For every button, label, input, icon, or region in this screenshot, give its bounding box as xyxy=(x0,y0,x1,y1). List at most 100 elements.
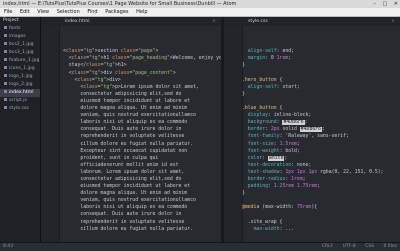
code-line[interactable]: veniam, quis nostrud exercitationullamco xyxy=(63,112,221,119)
tab-style-css[interactable]: style.css × xyxy=(224,17,400,26)
code-line[interactable]: laboris nisi ut aliquip ex ea commodo xyxy=(63,204,221,211)
tree-item-fonts[interactable]: fonts xyxy=(0,25,40,33)
js-file-icon xyxy=(4,98,7,101)
line-number-gutter xyxy=(41,26,60,242)
tree-item[interactable]: icons_1.jpg xyxy=(0,65,40,73)
close-window-button[interactable]: ✕ xyxy=(394,1,398,7)
close-tab-icon[interactable]: × xyxy=(212,17,216,26)
tree-item-index-html[interactable]: index.html xyxy=(0,89,40,97)
code-line[interactable]: <class="tg">p>Lorem ipsum dolor sit amet… xyxy=(63,84,221,91)
code-line[interactable]: .hero_button { xyxy=(242,77,384,84)
code-line[interactable]: veniam, quis nostrud exercitationullamco xyxy=(63,197,221,204)
code-line[interactable]: } xyxy=(242,190,384,197)
code-line[interactable]: color: white; xyxy=(242,155,384,162)
code-line[interactable]: text-decoration: none; xyxy=(242,162,384,169)
code-line[interactable]: Excepteur sint occaecat cupidatat non xyxy=(63,148,221,155)
tree-item-script-js[interactable]: script.js xyxy=(0,97,40,105)
line-ending[interactable]: CRLF xyxy=(322,244,333,249)
code-line[interactable]: proident, sunt in culpa qui xyxy=(63,155,221,162)
code-line[interactable]: background: #4DB6F6; xyxy=(242,119,384,126)
code-line[interactable] xyxy=(63,41,221,48)
menu-edit[interactable]: Edit xyxy=(20,9,30,15)
code-line[interactable]: @media (max-width: 75rem){ xyxy=(242,204,384,211)
tree-item[interactable]: bcs2_1.jpg xyxy=(0,41,40,49)
tree-item-images[interactable]: images xyxy=(0,33,40,41)
code-line[interactable]: laborum. Lorem ipsum dolor sit amet, xyxy=(63,169,221,176)
tree-item[interactable]: bcs3_1.jpg xyxy=(0,49,40,57)
code-line[interactable]: dolore magna aliqua. Ut enim ad minim xyxy=(63,105,221,112)
code-line[interactable]: font-size: 1.5rem; xyxy=(242,141,384,148)
code-line[interactable]: laboris nisi ut aliquip ex ea commodo xyxy=(63,119,221,126)
title-bar: index.html — E:\TutsPlus\TutsPlus Course… xyxy=(0,0,400,8)
code-line[interactable]: consectetur adipisicing elit,sed do xyxy=(63,91,221,98)
code-line[interactable]: max-width: ... xyxy=(242,226,384,233)
menu-help[interactable]: Help xyxy=(136,9,147,15)
code-line[interactable]: <class="tg">div> xyxy=(63,77,221,84)
image-file-icon xyxy=(4,74,7,77)
code-line[interactable] xyxy=(63,27,221,34)
code-line[interactable]: cillum dolore eu fugiat nulla pariatur. xyxy=(63,226,221,233)
code-line[interactable] xyxy=(242,41,384,48)
code-line[interactable]: stay</class="tg">h1> xyxy=(63,62,221,69)
code-line[interactable]: cillum dolore eu fugiat nulla pariatur. xyxy=(63,141,221,148)
code-line[interactable]: padding: 1.25rem 1.75rem; xyxy=(242,183,384,190)
code-line[interactable]: eiusmod tempor incididunt ut labore et xyxy=(63,98,221,105)
code-line[interactable]: dolore magna aliqua. Ut enim ad minim xyxy=(63,190,221,197)
code-line[interactable] xyxy=(242,70,384,77)
code-line[interactable]: consectetur adipisicing elit,sed do xyxy=(63,176,221,183)
css-code[interactable]: align-self: end; margin: 0 1rem;} .hero_… xyxy=(242,27,384,233)
file-count: 0 files xyxy=(383,244,398,249)
code-line[interactable]: font-weight: bold; xyxy=(242,148,384,155)
code-line[interactable]: } xyxy=(242,91,384,98)
line-number-gutter xyxy=(224,26,243,242)
code-line[interactable]: margin: 0 1rem; xyxy=(242,55,384,62)
menu-file[interactable]: File xyxy=(4,9,12,15)
image-file-icon xyxy=(4,58,7,61)
grammar[interactable]: CSS xyxy=(365,244,374,249)
code-line[interactable]: .blue_button { xyxy=(242,105,384,112)
menu-find[interactable]: Find xyxy=(87,9,97,15)
editor-pane-css[interactable]: style.css × align-self: end; margin: 0 1… xyxy=(224,17,400,242)
tree-item[interactable]: logo_1.jpg xyxy=(0,73,40,81)
code-line[interactable] xyxy=(242,211,384,218)
encoding[interactable]: UTF-8 xyxy=(343,244,356,249)
code-line[interactable]: } xyxy=(242,62,384,69)
code-line[interactable]: reprehenderit in voluptate velitesse xyxy=(63,219,221,226)
code-line[interactable]: <class="tg">section class="page"> xyxy=(63,48,221,55)
code-line[interactable]: text-shadow: 1px 1px 1px rgba(0, 22, 151… xyxy=(242,169,384,176)
close-tab-icon[interactable]: × xyxy=(391,17,395,26)
code-line[interactable]: align-self: start; xyxy=(242,84,384,91)
code-line[interactable]: display: inline-block; xyxy=(242,112,384,119)
menu-selection[interactable]: Selection xyxy=(57,9,80,15)
code-line[interactable]: officiadeserunt mollit anim id est xyxy=(63,162,221,169)
css-file-icon xyxy=(4,106,7,109)
code-line[interactable] xyxy=(242,27,384,34)
project-header: Project xyxy=(3,18,19,23)
code-line[interactable] xyxy=(242,98,384,105)
code-line[interactable] xyxy=(242,197,384,204)
code-line[interactable]: eiusmod tempor incididunt ut labore et xyxy=(63,183,221,190)
tree-item[interactable]: logo_2.jpg xyxy=(0,81,40,89)
code-line[interactable] xyxy=(242,34,384,41)
code-line[interactable]: border: 2px solid #4DB6F6; xyxy=(242,126,384,133)
code-line[interactable]: border-radius: 1rem; xyxy=(242,176,384,183)
tab-index-html[interactable]: index.html × xyxy=(41,17,221,26)
menu-packages[interactable]: Packages xyxy=(105,9,128,15)
code-line[interactable]: consequat. Duis aute irure dolor in xyxy=(63,126,221,133)
code-line[interactable] xyxy=(63,34,221,41)
code-line[interactable]: <class="tg">div class="page_content"> xyxy=(63,70,221,77)
code-line[interactable]: <class="tg">h1 class="page_heading">Welc… xyxy=(63,55,221,62)
code-line[interactable]: .site_wrap { xyxy=(242,219,384,226)
html-code[interactable]: <class="tg">section class="page"> <class… xyxy=(63,27,221,233)
tree-item-style-css[interactable]: style.css xyxy=(0,105,40,113)
minimize-button[interactable]: – xyxy=(373,1,376,7)
code-line[interactable]: font-family: 'Raleway', sans-serif; xyxy=(242,133,384,140)
menu-view[interactable]: View xyxy=(37,9,49,15)
code-line[interactable]: reprehenderit in voluptate velitesse xyxy=(63,133,221,140)
tree-item[interactable]: feature_1.jpg xyxy=(0,57,40,65)
code-line[interactable]: consequat. Duis aute irure dolor in xyxy=(63,211,221,218)
editor-pane-html[interactable]: index.html × <class="tg">section class="… xyxy=(41,17,221,242)
maximize-button[interactable]: □ xyxy=(382,1,387,7)
code-line[interactable]: align-self: end; xyxy=(242,48,384,55)
window-title: index.html — E:\TutsPlus\TutsPlus Course… xyxy=(3,1,237,7)
